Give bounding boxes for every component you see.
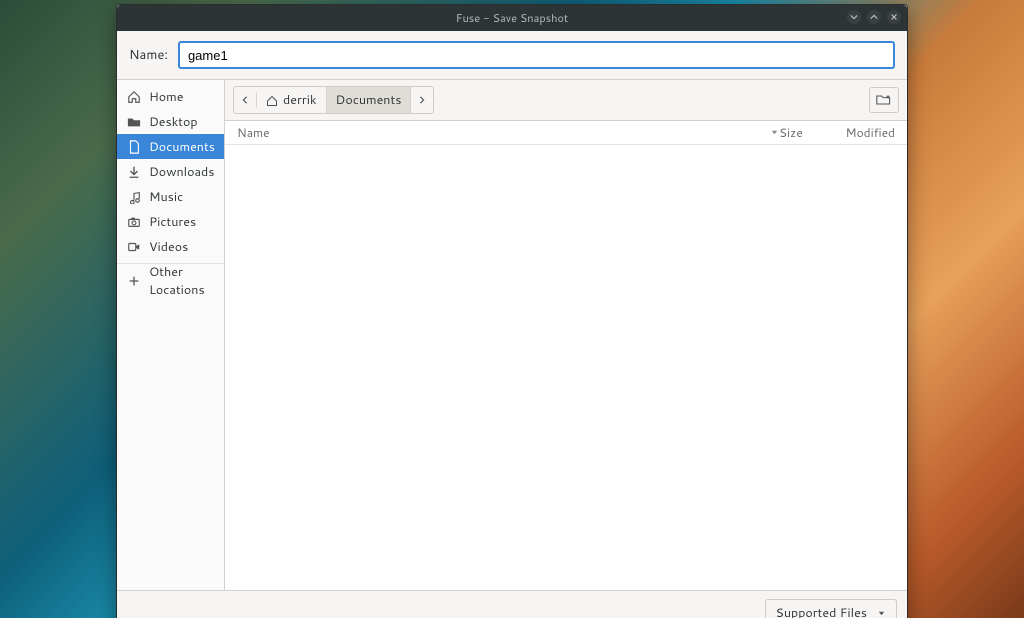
new-folder-button[interactable]: [869, 87, 899, 113]
music-icon: [127, 190, 141, 204]
chevron-down-icon: [877, 609, 886, 618]
name-input[interactable]: [178, 41, 895, 69]
sidebar-item-pictures[interactable]: Pictures: [117, 209, 224, 234]
toolbar: derrik Documents: [225, 80, 907, 121]
folder-icon: [127, 115, 141, 129]
document-icon: [127, 140, 141, 154]
sidebar-item-downloads[interactable]: Downloads: [117, 159, 224, 184]
column-header-size[interactable]: Size: [779, 124, 831, 141]
plus-icon: [127, 274, 141, 288]
chevron-right-icon: [418, 96, 426, 104]
file-list[interactable]: [225, 145, 907, 590]
file-filter-label: Supported Files: [776, 604, 867, 618]
video-icon: [127, 240, 141, 254]
chevron-left-icon: [241, 96, 249, 104]
sidebar-item-music[interactable]: Music: [117, 184, 224, 209]
sidebar-item-videos[interactable]: Videos: [117, 234, 224, 259]
save-dialog: Fuse - Save Snapshot Name: Home: [116, 4, 908, 618]
sidebar-item-label: Downloads: [149, 163, 214, 181]
home-icon: [127, 90, 141, 104]
sidebar-item-label: Other Locations: [149, 263, 214, 299]
sidebar-item-label: Documents: [149, 138, 215, 156]
breadcrumb: derrik Documents: [233, 86, 434, 114]
chevron-up-icon: [870, 13, 878, 21]
minimize-button[interactable]: [847, 10, 861, 24]
column-headers: Name Size Modified: [225, 121, 907, 145]
window-controls: [847, 10, 901, 24]
sidebar-item-other-locations[interactable]: Other Locations: [117, 268, 224, 293]
main-row: Home Desktop Documents Downloads Music: [117, 79, 907, 590]
breadcrumb-back[interactable]: [234, 92, 257, 108]
sidebar-item-label: Desktop: [149, 113, 198, 131]
footer: Supported Files Cancel Save: [117, 590, 907, 618]
sort-indicator[interactable]: [770, 124, 779, 141]
content-pane: derrik Documents: [225, 80, 907, 590]
close-icon: [890, 13, 898, 21]
dialog-body: Name: Home Desktop Documents: [117, 31, 907, 618]
titlebar: Fuse - Save Snapshot: [117, 5, 907, 31]
breadcrumb-forward[interactable]: [411, 92, 433, 108]
breadcrumb-home[interactable]: derrik: [257, 87, 327, 113]
breadcrumb-label: derrik: [283, 91, 317, 109]
sidebar-item-label: Home: [149, 88, 183, 106]
sidebar-item-label: Videos: [149, 238, 188, 256]
maximize-button[interactable]: [867, 10, 881, 24]
breadcrumb-current[interactable]: Documents: [327, 87, 412, 113]
file-filter-dropdown[interactable]: Supported Files: [765, 599, 897, 618]
window-title: Fuse - Save Snapshot: [456, 10, 568, 26]
camera-icon: [127, 215, 141, 229]
breadcrumb-label: Documents: [336, 91, 402, 109]
sidebar: Home Desktop Documents Downloads Music: [117, 80, 225, 590]
name-label: Name:: [129, 46, 168, 64]
name-row: Name:: [117, 31, 907, 79]
chevron-down-icon: [850, 13, 858, 21]
sidebar-item-label: Music: [149, 188, 183, 206]
sidebar-item-label: Pictures: [149, 213, 196, 231]
sidebar-item-home[interactable]: Home: [117, 84, 224, 109]
new-folder-icon: [876, 92, 892, 108]
column-header-modified[interactable]: Modified: [831, 124, 895, 141]
sort-down-icon: [770, 128, 779, 137]
home-icon: [266, 94, 278, 106]
column-header-name[interactable]: Name: [237, 124, 770, 141]
sidebar-item-desktop[interactable]: Desktop: [117, 109, 224, 134]
close-button[interactable]: [887, 10, 901, 24]
download-icon: [127, 165, 141, 179]
sidebar-item-documents[interactable]: Documents: [117, 134, 224, 159]
